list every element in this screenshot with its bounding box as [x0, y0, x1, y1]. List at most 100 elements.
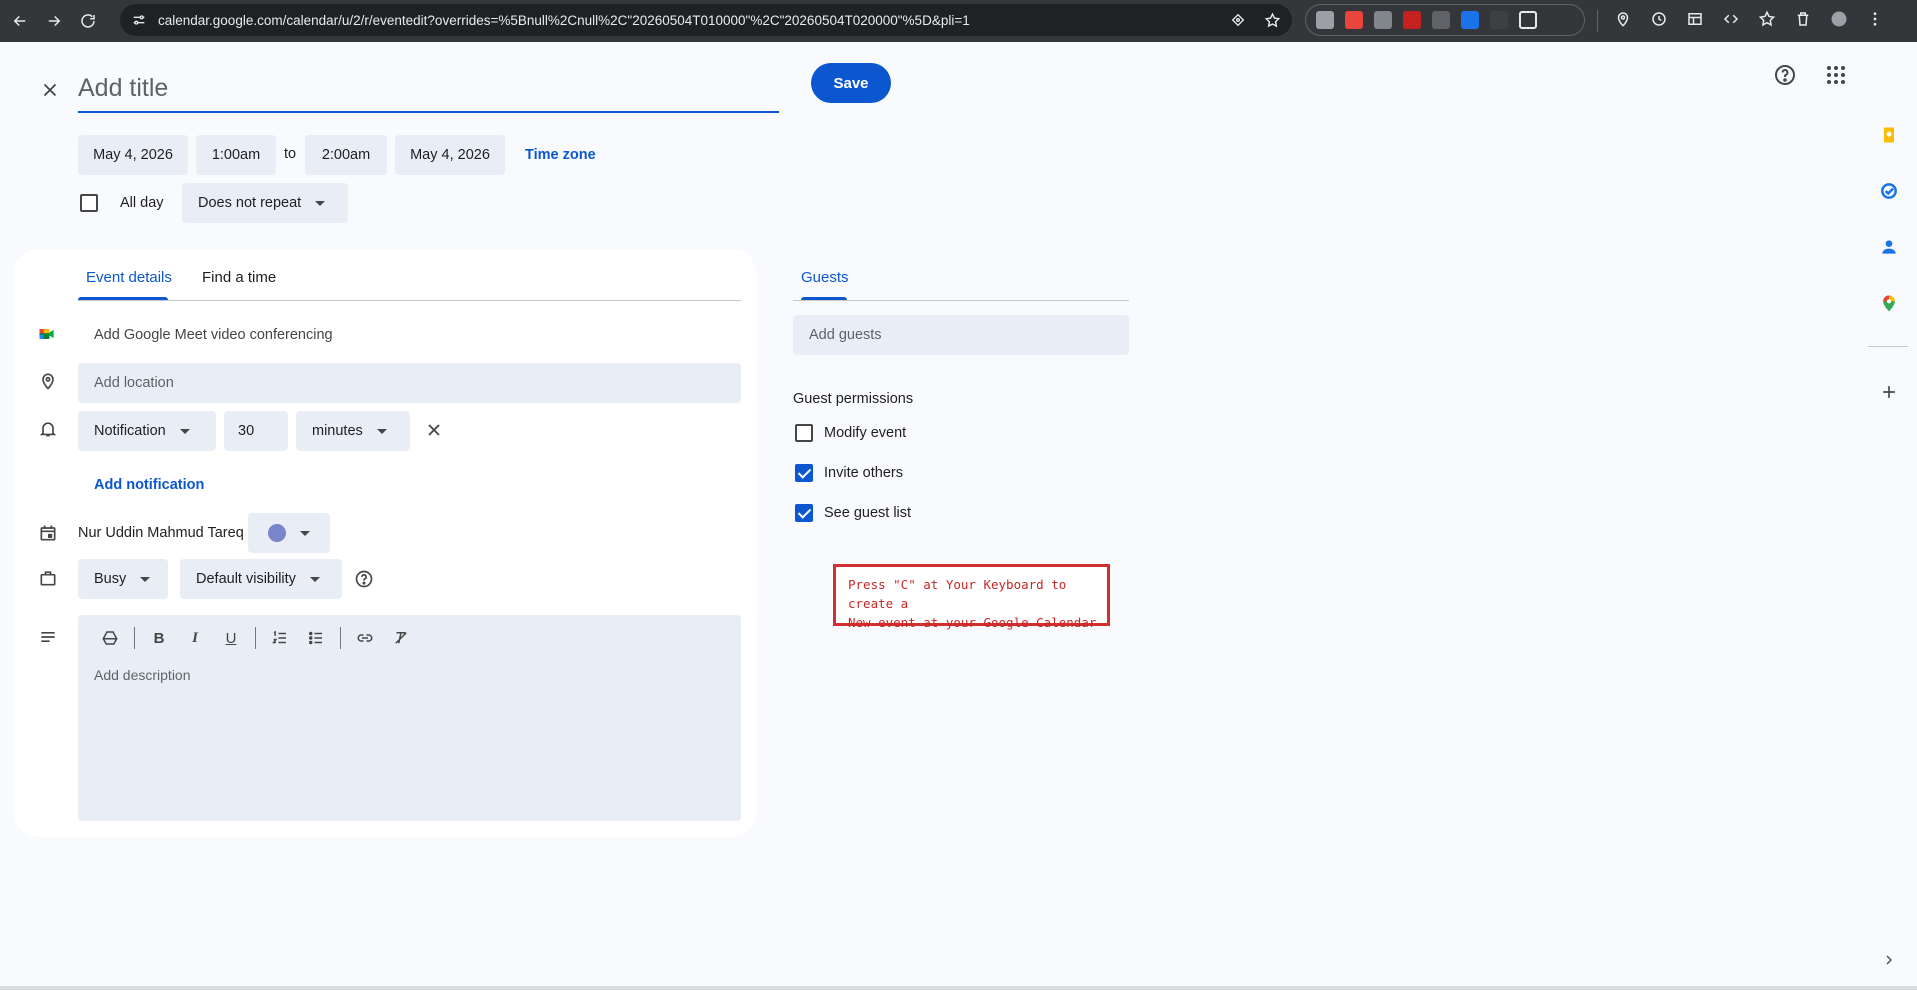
remove-notification-icon[interactable] — [423, 419, 445, 441]
calendar-color-dropdown[interactable] — [248, 513, 330, 553]
guests-divider — [793, 300, 1129, 301]
chevron-down-icon — [309, 576, 320, 582]
tasks-icon[interactable] — [1878, 180, 1900, 202]
save-button[interactable]: Save — [811, 63, 891, 103]
repeat-dropdown[interactable]: Does not repeat — [182, 183, 348, 223]
code-icon[interactable] — [1720, 8, 1742, 30]
clear-formatting-icon[interactable] — [389, 626, 413, 650]
notification-value-input[interactable]: 30 — [224, 411, 288, 451]
tabs-divider — [78, 300, 741, 301]
chevron-right-icon[interactable] — [1878, 949, 1900, 971]
help-icon[interactable] — [1773, 63, 1797, 87]
b-extension-icon[interactable] — [1461, 11, 1479, 29]
bell-icon — [37, 418, 59, 440]
side-panel-divider — [1868, 346, 1908, 347]
annotation-box: Press "C" at Your Keyboard to create a N… — [833, 564, 1110, 630]
chevron-down-icon — [140, 576, 151, 582]
forward-icon[interactable] — [40, 7, 68, 35]
see-guest-list-label: See guest list — [824, 505, 912, 521]
notification-unit-dropdown[interactable]: minutes — [296, 411, 410, 451]
contacts-icon[interactable] — [1878, 236, 1900, 258]
briefcase-icon — [37, 567, 59, 589]
camera-extension-icon[interactable] — [1316, 11, 1334, 29]
all-day-checkbox[interactable] — [80, 194, 98, 212]
see-guest-list-checkbox[interactable] — [795, 504, 813, 522]
invite-others-checkbox[interactable] — [795, 464, 813, 482]
apps-grid-icon[interactable] — [1824, 63, 1848, 87]
start-date-button[interactable]: May 4, 2026 — [78, 135, 188, 175]
maps-icon[interactable] — [1878, 292, 1900, 314]
underline-icon[interactable]: U — [219, 626, 243, 650]
bookmarks-icon[interactable] — [1756, 8, 1778, 30]
toolbar-separator — [134, 627, 135, 649]
tab-search-icon[interactable] — [1684, 8, 1706, 30]
numbered-list-icon[interactable] — [268, 626, 292, 650]
title-input[interactable] — [78, 66, 779, 113]
feather-extension-icon[interactable] — [1432, 11, 1450, 29]
location-pin-icon — [37, 370, 59, 392]
visibility-label: Default visibility — [196, 571, 296, 587]
tab-guests[interactable]: Guests — [801, 269, 849, 286]
s-extension-icon[interactable] — [1403, 11, 1421, 29]
chevron-down-icon — [300, 530, 310, 536]
modify-event-checkbox[interactable] — [795, 424, 813, 442]
translate-extension-icon[interactable] — [1490, 11, 1508, 29]
busy-label: Busy — [94, 571, 127, 587]
busy-dropdown[interactable]: Busy — [78, 559, 168, 599]
menu-icon[interactable] — [1864, 8, 1886, 30]
invite-others-label: Invite others — [824, 465, 903, 481]
tab-find-time[interactable]: Find a time — [202, 269, 276, 286]
notification-type-dropdown[interactable]: Notification — [78, 411, 216, 451]
close-icon[interactable] — [36, 76, 64, 104]
add-notification-button[interactable]: Add notification — [94, 477, 204, 493]
star-icon[interactable] — [1262, 10, 1282, 30]
link-icon[interactable] — [353, 626, 377, 650]
annotation-line-2: New event at your Google Calendar — [848, 615, 1097, 630]
toolbar-right — [1612, 8, 1886, 30]
drive-icon[interactable] — [98, 626, 122, 650]
eye-icon[interactable] — [1228, 10, 1248, 30]
profile-icon[interactable] — [1828, 8, 1850, 30]
add-addon-icon[interactable] — [1878, 381, 1900, 403]
modify-event-label: Modify event — [824, 425, 907, 441]
meet-icon — [36, 323, 58, 345]
notification-type-label: Notification — [94, 423, 166, 439]
calendar-owner-name: Nur Uddin Mahmud Tareq — [78, 525, 244, 541]
url-text[interactable]: calendar.google.com/calendar/u/2/r/event… — [158, 13, 1218, 28]
add-guests-input[interactable]: Add guests — [793, 315, 1129, 355]
description-editor[interactable]: B I U Add description — [78, 615, 741, 821]
end-date-button[interactable]: May 4, 2026 — [395, 135, 505, 175]
tab-event-details[interactable]: Event details — [86, 269, 172, 286]
back-icon[interactable] — [6, 7, 34, 35]
visibility-help-icon[interactable] — [353, 568, 375, 590]
reload-icon[interactable] — [74, 7, 102, 35]
formatting-toolbar: B I U — [98, 625, 425, 651]
end-time-button[interactable]: 2:00am — [305, 135, 387, 175]
extensions-group — [1305, 4, 1585, 36]
site-info-icon[interactable] — [130, 11, 148, 29]
bold-icon[interactable]: B — [147, 626, 171, 650]
history-icon[interactable] — [1648, 8, 1670, 30]
grey-extension-icon[interactable] — [1374, 11, 1392, 29]
bullet-list-icon[interactable] — [304, 626, 328, 650]
repeat-label: Does not repeat — [198, 195, 302, 211]
toolbar-separator — [1597, 10, 1598, 32]
keep-icon[interactable] — [1878, 124, 1900, 146]
notification-unit-label: minutes — [312, 423, 363, 439]
trash-icon[interactable] — [1792, 8, 1814, 30]
toolbar-separator — [340, 627, 341, 649]
search-extension-icon[interactable] — [1345, 11, 1363, 29]
location-input[interactable]: Add location — [78, 363, 741, 403]
toolbar-separator — [255, 627, 256, 649]
guest-permissions-title: Guest permissions — [793, 391, 914, 407]
timezone-link[interactable]: Time zone — [525, 147, 596, 163]
italic-icon[interactable]: I — [183, 626, 207, 650]
chevron-down-icon — [315, 200, 326, 206]
address-bar[interactable]: calendar.google.com/calendar/u/2/r/event… — [120, 4, 1292, 36]
meet-button[interactable]: Add Google Meet video conferencing — [94, 327, 333, 343]
start-time-button[interactable]: 1:00am — [196, 135, 276, 175]
all-day-label: All day — [120, 195, 164, 211]
puzzle-icon[interactable] — [1519, 11, 1537, 29]
location-icon[interactable] — [1612, 8, 1634, 30]
visibility-dropdown[interactable]: Default visibility — [180, 559, 342, 599]
